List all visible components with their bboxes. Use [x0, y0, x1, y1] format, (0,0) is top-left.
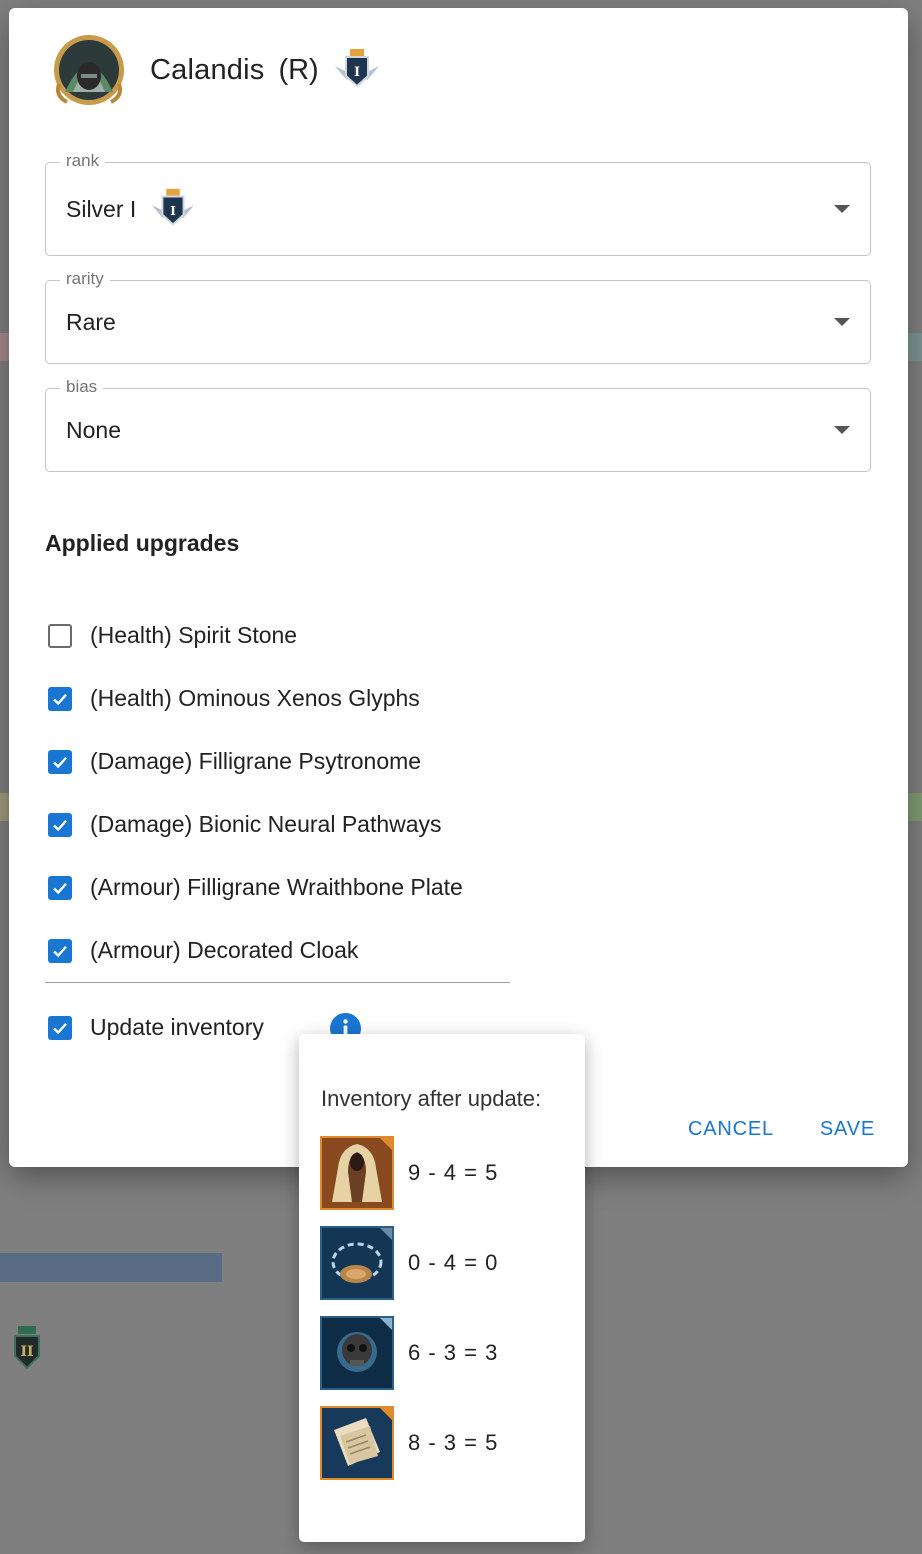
update-inventory-label: Update inventory	[90, 1014, 264, 1040]
upgrade-checkbox-row[interactable]: (Damage) Filligrane Psytronome	[45, 730, 463, 793]
checkbox-checked[interactable]	[48, 812, 72, 837]
character-portrait-icon	[51, 32, 127, 108]
inventory-calc: 6 - 3 = 3	[408, 1340, 499, 1365]
inventory-item: 9 - 4 = 5	[320, 1136, 498, 1210]
chain-rope-icon	[320, 1226, 394, 1300]
inventory-item: 8 - 3 = 5	[320, 1406, 498, 1480]
upgrade-label: (Health) Ominous Xenos Glyphs	[90, 685, 420, 711]
svg-text:II: II	[20, 1344, 33, 1360]
chevron-down-icon	[834, 318, 850, 326]
upgrade-label: (Armour) Filligrane Wraithbone Plate	[90, 874, 463, 900]
divider	[45, 982, 510, 983]
checkbox-unchecked[interactable]	[48, 623, 72, 648]
inventory-popover: Inventory after update: 9 - 4 = 5 0 - 4 …	[299, 1034, 585, 1542]
chevron-down-icon	[834, 426, 850, 434]
checkmark-icon	[53, 882, 67, 894]
background-blue-bar	[0, 1253, 222, 1282]
applied-upgrades-heading: Applied upgrades	[45, 530, 240, 556]
character-name: Calandis	[150, 53, 265, 86]
checkmark-icon	[53, 945, 67, 957]
checkbox-checked[interactable]	[48, 749, 72, 774]
checkbox-checked[interactable]	[48, 686, 72, 711]
svg-text:I: I	[354, 65, 360, 80]
chevron-down-icon	[834, 205, 850, 213]
inventory-item: 6 - 3 = 3	[320, 1316, 498, 1390]
upgrade-checkbox-row[interactable]: (Armour) Filligrane Wraithbone Plate	[45, 856, 463, 919]
bias-select[interactable]: bias None	[45, 377, 871, 472]
update-inventory-checkbox[interactable]	[48, 1015, 72, 1040]
scroll-pages-icon	[320, 1406, 394, 1480]
background-teal-strip	[908, 333, 922, 361]
background-yellow-strip	[0, 793, 9, 821]
cancel-button[interactable]: CANCEL	[688, 1112, 774, 1147]
rank-select[interactable]: rank Silver I I	[45, 151, 871, 256]
inventory-item: 0 - 4 = 0	[320, 1226, 498, 1300]
inventory-calc: 0 - 4 = 0	[408, 1250, 499, 1275]
rank-value: Silver I	[66, 195, 137, 222]
update-inventory-row[interactable]: Update inventory	[45, 996, 264, 1059]
checkmark-icon	[53, 693, 67, 705]
checkbox-checked[interactable]	[48, 938, 72, 963]
upgrade-label: (Armour) Decorated Cloak	[90, 937, 359, 963]
rarity-value: Rare	[66, 308, 116, 335]
edit-character-dialog: Calandis (R) I rank Silver I I rarity Ra…	[9, 8, 908, 1167]
inventory-calc: 8 - 3 = 5	[408, 1430, 499, 1455]
upgrades-list: (Health) Spirit Stone (Health) Ominous X…	[45, 604, 463, 982]
upgrade-checkbox-row[interactable]: (Health) Spirit Stone	[45, 604, 463, 667]
upgrade-label: (Health) Spirit Stone	[90, 622, 298, 648]
upgrade-checkbox-row[interactable]: (Armour) Decorated Cloak	[45, 919, 463, 982]
upgrade-checkbox-row[interactable]: (Damage) Bionic Neural Pathways	[45, 793, 463, 856]
popover-title: Inventory after update:	[321, 1086, 542, 1111]
upgrade-checkbox-row[interactable]: (Health) Ominous Xenos Glyphs	[45, 667, 463, 730]
background-rank-badge-icon: II	[12, 1326, 42, 1370]
dialog-actions: CANCEL SAVE	[688, 1112, 875, 1147]
inventory-calc: 9 - 4 = 5	[408, 1160, 499, 1185]
silver-rank-badge-icon: I	[333, 46, 381, 94]
cloak-icon	[320, 1136, 394, 1210]
dialog-header: Calandis (R) I	[51, 32, 381, 108]
skull-icon	[320, 1316, 394, 1390]
checkmark-icon	[53, 1022, 67, 1034]
checkbox-checked[interactable]	[48, 875, 72, 900]
svg-text:I: I	[170, 203, 176, 218]
bias-value: None	[66, 416, 121, 443]
upgrade-label: (Damage) Bionic Neural Pathways	[90, 811, 442, 837]
checkmark-icon	[53, 819, 67, 831]
silver-rank-badge-icon: I	[150, 186, 196, 232]
upgrade-label: (Damage) Filligrane Psytronome	[90, 748, 422, 774]
background-green-strip	[908, 793, 922, 821]
character-rarity-tag: (R)	[278, 53, 319, 86]
checkmark-icon	[53, 756, 67, 768]
rarity-select[interactable]: rarity Rare	[45, 269, 871, 364]
background-red-strip	[0, 333, 9, 361]
save-button[interactable]: SAVE	[820, 1112, 875, 1147]
